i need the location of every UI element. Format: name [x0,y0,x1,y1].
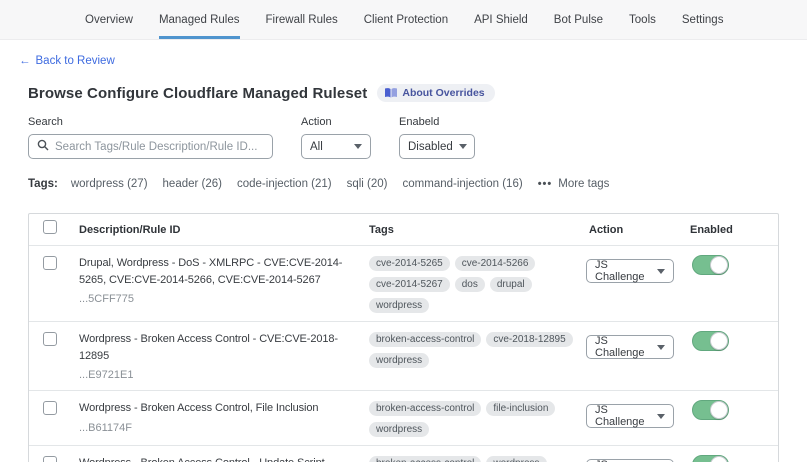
ellipsis-icon: ••• [538,178,553,190]
toggle-knob [710,456,728,462]
table-header-row: Description/Rule ID Tags Action Enabled [29,214,778,245]
column-header-action: Action [586,224,682,236]
page-title: Browse Configure Cloudflare Managed Rule… [28,85,367,102]
rule-description: Wordpress - Broken Access Control - Upda… [79,455,367,462]
toggle-knob [710,256,728,274]
action-filter-label: Action [301,116,371,128]
rule-enabled-toggle[interactable] [692,255,729,275]
tag-pill[interactable]: broken-access-control [369,401,481,416]
table-row: Wordpress - Broken Access Control, File … [29,390,778,445]
table-row: Drupal, Wordpress - DoS - XMLRPC - CVE:C… [29,245,778,321]
tag-pill[interactable]: cve-2014-5265 [369,256,450,271]
tag-filter-header[interactable]: header (26) [163,178,222,190]
column-header-description: Description/Rule ID [71,224,369,236]
enabled-filter-label: Enabeld [399,116,475,128]
search-label: Search [28,116,273,128]
tab-settings[interactable]: Settings [682,0,724,39]
tag-pill[interactable]: broken-access-control [369,332,481,347]
search-input[interactable] [55,141,264,153]
about-overrides-badge[interactable]: About Overrides [377,84,494,102]
tab-overview[interactable]: Overview [85,0,133,39]
tag-filter-command-injection[interactable]: command-injection (16) [403,178,523,190]
more-tags-link[interactable]: ••• More tags [538,178,610,190]
table-row: Wordpress - Broken Access Control - Upda… [29,445,778,462]
row-checkbox[interactable] [43,401,57,415]
rule-tags: broken-access-control cve-2018-12895 wor… [369,322,586,376]
enabled-filter-select[interactable]: Disabled [399,134,475,159]
tag-filter-wordpress[interactable]: wordpress (27) [71,178,148,190]
tab-managed-rules[interactable]: Managed Rules [159,0,240,39]
rule-id: ...E9721E1 [79,369,367,381]
tag-filter-code-injection[interactable]: code-injection (21) [237,178,332,190]
tab-firewall-rules[interactable]: Firewall Rules [266,0,338,39]
rule-enabled-toggle[interactable] [692,331,729,351]
toggle-knob [710,401,728,419]
back-arrow-icon: ← [19,55,31,67]
chevron-down-icon [459,144,467,149]
select-all-checkbox[interactable] [43,220,57,234]
action-filter-select[interactable]: All [301,134,371,159]
top-nav: Overview Managed Rules Firewall Rules Cl… [0,0,807,40]
row-checkbox[interactable] [43,456,57,462]
row-checkbox[interactable] [43,332,57,346]
tag-pill[interactable]: file-inclusion [486,401,555,416]
tag-pill[interactable]: cve-2014-5267 [369,277,450,292]
tab-bot-pulse[interactable]: Bot Pulse [554,0,603,39]
tag-filter-sqli[interactable]: sqli (20) [347,178,388,190]
rule-enabled-toggle[interactable] [692,400,729,420]
tags-bar-label: Tags: [28,178,58,190]
column-header-enabled: Enabled [682,224,778,236]
chevron-down-icon [657,345,665,350]
rule-description: Wordpress - Broken Access Control - CVE:… [79,331,367,364]
search-box [28,134,273,159]
tag-pill[interactable]: drupal [490,277,532,292]
search-icon [37,138,49,156]
tag-pill[interactable]: wordpress [369,422,429,437]
tab-client-protection[interactable]: Client Protection [364,0,448,39]
column-header-tags: Tags [369,224,586,236]
rule-action-select[interactable]: JS Challenge [586,259,674,283]
rule-tags: cve-2014-5265 cve-2014-5266 cve-2014-526… [369,246,586,321]
tag-pill[interactable]: cve-2014-5266 [455,256,536,271]
tag-pill[interactable]: wordpress [486,456,546,462]
tag-pill[interactable]: cve-2018-12895 [486,332,572,347]
tag-pill[interactable]: broken-access-control [369,456,481,462]
chevron-down-icon [657,414,665,419]
tag-pill[interactable]: wordpress [369,298,429,313]
rule-id: ...5CFF775 [79,293,367,305]
rule-enabled-toggle[interactable] [692,455,729,462]
rules-table: Description/Rule ID Tags Action Enabled … [28,213,779,462]
tag-pill[interactable]: dos [455,277,485,292]
page-content: ← Back to Review Browse Configure Cloudf… [0,40,807,462]
row-checkbox[interactable] [43,256,57,270]
chevron-down-icon [657,269,665,274]
rule-description: Wordpress - Broken Access Control, File … [79,400,367,417]
table-row: Wordpress - Broken Access Control - CVE:… [29,321,778,390]
tag-pill[interactable]: wordpress [369,353,429,368]
book-icon [385,88,397,98]
toggle-knob [710,332,728,350]
chevron-down-icon [354,144,362,149]
back-to-review-link[interactable]: ← Back to Review [19,55,115,67]
tags-bar: Tags: wordpress (27) header (26) code-in… [28,178,779,190]
rule-action-select[interactable]: JS Challenge [586,404,674,428]
rule-tags: broken-access-control wordpress [369,446,586,462]
tab-api-shield[interactable]: API Shield [474,0,528,39]
rule-description: Drupal, Wordpress - DoS - XMLRPC - CVE:C… [79,255,367,288]
tab-tools[interactable]: Tools [629,0,656,39]
rule-tags: broken-access-control file-inclusion wor… [369,391,586,445]
rule-action-select[interactable]: JS Challenge [586,335,674,359]
rule-id: ...B61174F [79,422,367,434]
